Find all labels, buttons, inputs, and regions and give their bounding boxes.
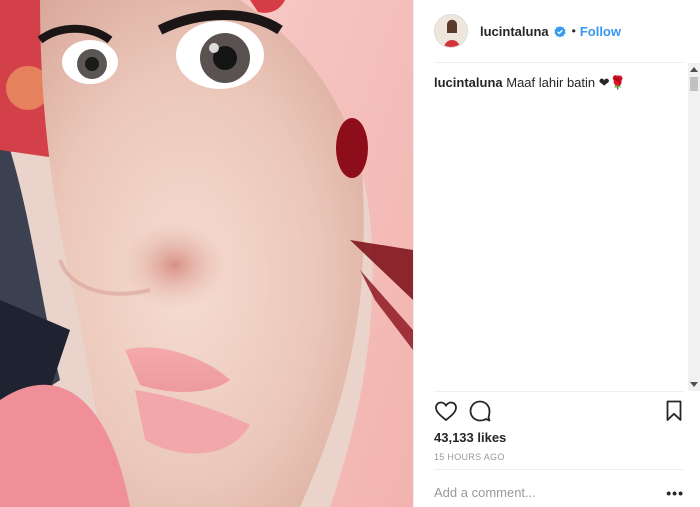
bookmark-icon[interactable] bbox=[662, 399, 686, 423]
scroll-down-arrow-icon[interactable] bbox=[690, 382, 698, 387]
comment-input[interactable] bbox=[434, 485, 634, 500]
scroll-up-arrow-icon[interactable] bbox=[690, 67, 698, 72]
scrollbar-thumb[interactable] bbox=[690, 77, 698, 91]
verified-badge-icon bbox=[554, 25, 566, 38]
caption-text: Maaf lahir batin bbox=[506, 75, 596, 90]
post-timestamp[interactable]: 15 HOURS AGO bbox=[434, 452, 505, 462]
comment-divider bbox=[434, 469, 684, 470]
add-comment-row: ••• bbox=[434, 478, 684, 507]
post-image[interactable] bbox=[0, 0, 413, 507]
actions-divider bbox=[434, 391, 684, 392]
caption: lucintaluna Maaf lahir batin ❤🌹 bbox=[434, 74, 684, 92]
caption-emoji: ❤🌹 bbox=[598, 75, 626, 90]
comments-scrollbar[interactable] bbox=[688, 63, 700, 391]
heart-icon[interactable] bbox=[434, 399, 458, 423]
action-bar bbox=[434, 399, 686, 425]
separator-dot: • bbox=[571, 24, 576, 38]
post-panel: lucintaluna • Follow lucintaluna Maaf la… bbox=[413, 0, 700, 507]
post-photo bbox=[0, 0, 413, 507]
comment-icon[interactable] bbox=[468, 399, 492, 423]
header-divider bbox=[434, 62, 684, 63]
more-options-icon[interactable]: ••• bbox=[666, 485, 684, 501]
likes-count[interactable]: 43,133 likes bbox=[434, 430, 506, 445]
follow-button[interactable]: Follow bbox=[580, 24, 621, 39]
avatar[interactable] bbox=[434, 14, 468, 48]
comments-list: lucintaluna Maaf lahir batin ❤🌹 bbox=[434, 74, 684, 92]
caption-author[interactable]: lucintaluna bbox=[434, 75, 503, 90]
avatar-image bbox=[435, 15, 467, 47]
post-header: lucintaluna • Follow bbox=[414, 0, 700, 62]
username-link[interactable]: lucintaluna bbox=[480, 24, 549, 39]
